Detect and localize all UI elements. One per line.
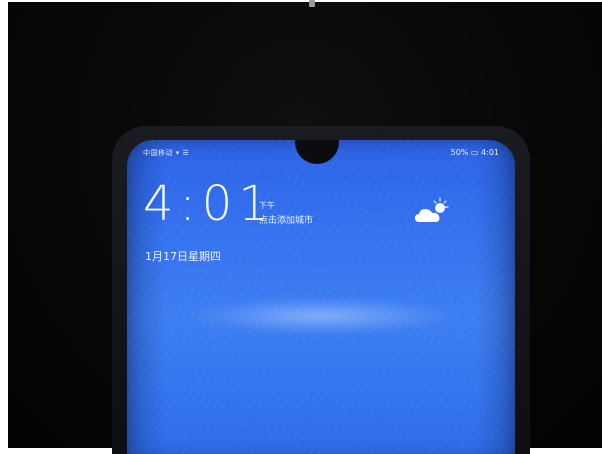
photo-border-top <box>0 0 602 2</box>
screen-reflection <box>197 298 447 334</box>
add-city-prompt[interactable]: 点击添加城市 <box>259 213 313 226</box>
phone-lock-screen[interactable]: 中国移动 ▾ ☰ 50% ▭ 4:01 4:01 下午 点击添加城市 1月17日… <box>127 140 515 454</box>
photo-scene: 中国移动 ▾ ☰ 50% ▭ 4:01 4:01 下午 点击添加城市 1月17日… <box>0 0 602 454</box>
lock-date: 1月17日星期四 <box>145 250 221 263</box>
lock-clock: 4:01 <box>143 176 275 232</box>
status-bar-right: 50% ▭ 4:01 <box>450 148 499 157</box>
am-pm-label: 下午 <box>259 201 275 210</box>
partly-cloudy-icon[interactable] <box>413 196 453 226</box>
ceiling-light-speck <box>309 0 315 7</box>
status-bar-left: 中国移动 ▾ ☰ <box>143 149 190 157</box>
photo-border-left <box>0 0 8 454</box>
